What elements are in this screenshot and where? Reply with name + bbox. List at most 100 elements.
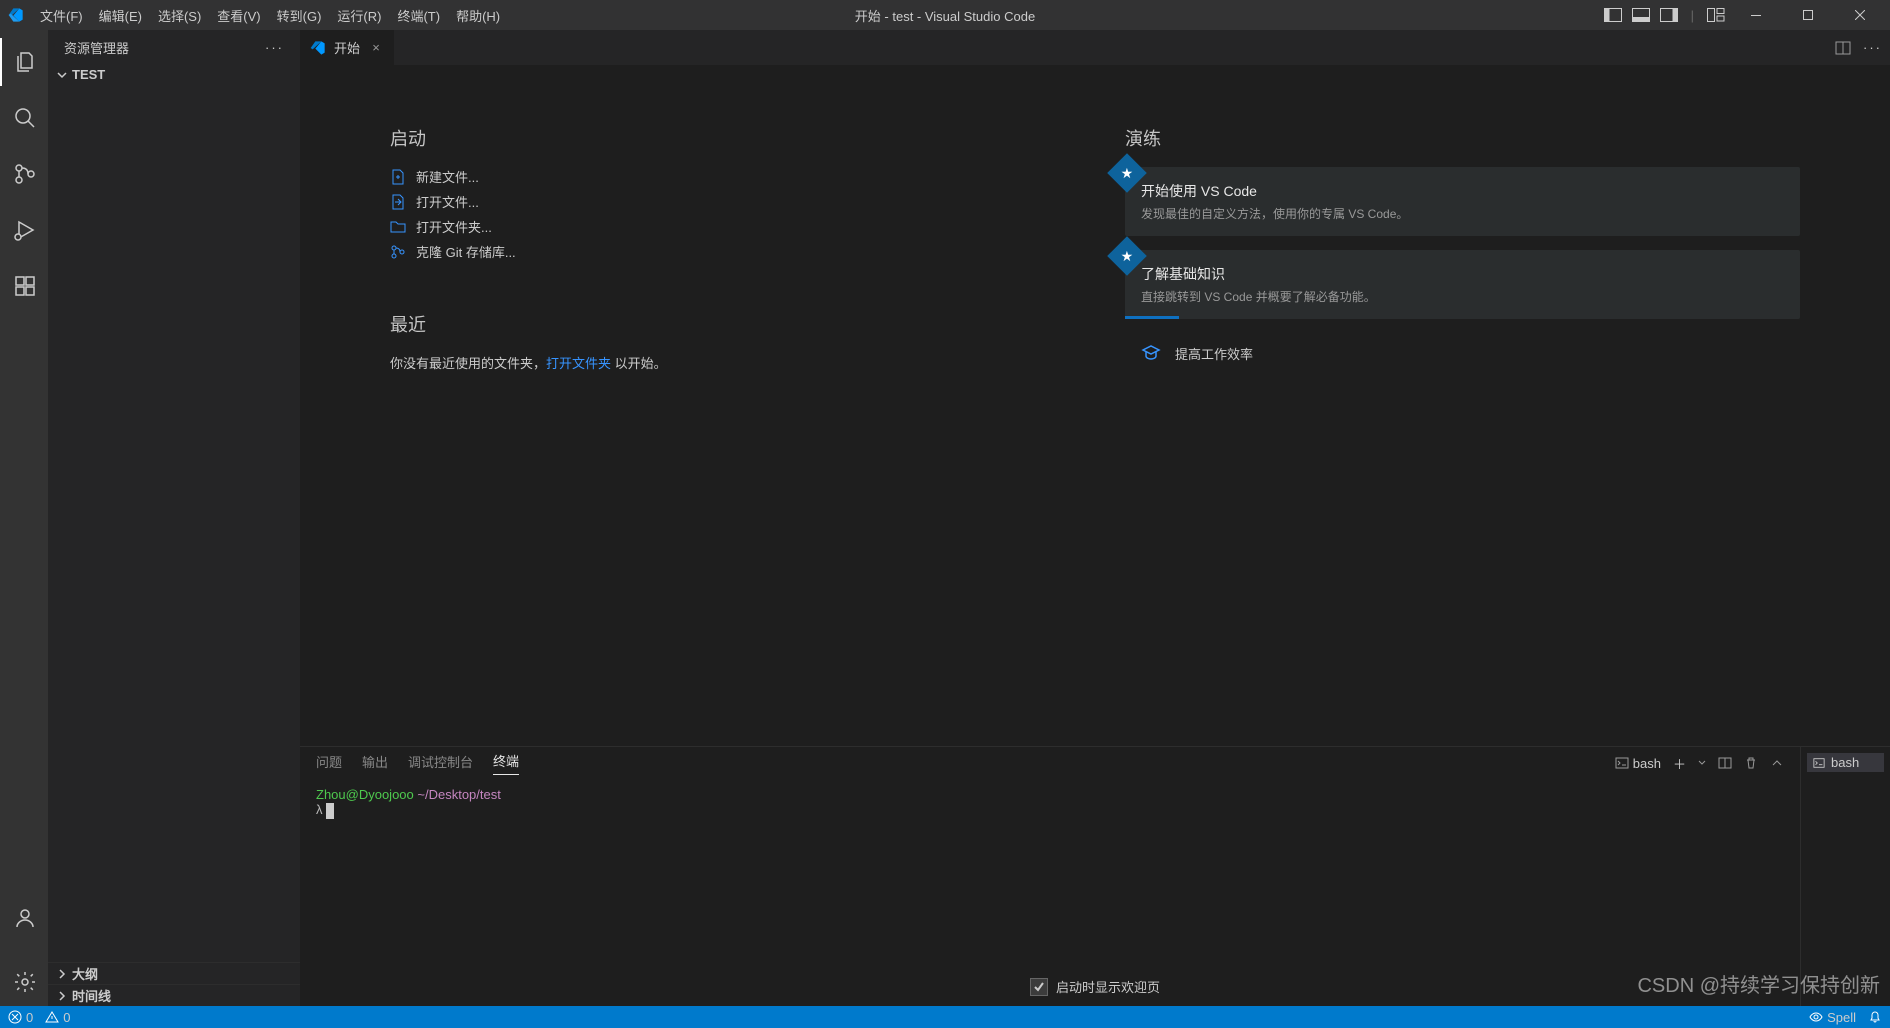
status-warnings[interactable]: 0 — [45, 1010, 70, 1025]
walkthrough-fundamentals[interactable]: ★ 了解基础知识 直接跳转到 VS Code 并概要了解必备功能。 — [1125, 250, 1800, 319]
chevron-right-icon — [56, 990, 68, 1002]
tab-close-icon[interactable]: × — [368, 40, 384, 55]
split-terminal-icon[interactable] — [1718, 756, 1732, 770]
menu-select[interactable]: 选择(S) — [150, 2, 209, 29]
panel-tab-problems[interactable]: 问题 — [316, 752, 342, 775]
debug-icon — [13, 218, 37, 242]
start-new-file-label: 新建文件... — [416, 167, 479, 186]
eye-icon — [1809, 1010, 1823, 1024]
spell-label: Spell — [1827, 1010, 1856, 1025]
source-control-icon — [13, 162, 37, 186]
walkthrough-productivity[interactable]: 提高工作效率 — [1125, 333, 1800, 373]
terminal-shell-selector[interactable]: bash — [1615, 756, 1661, 771]
walkthrough-desc: 发现最佳的自定义方法，使用你的专属 VS Code。 — [1141, 205, 1784, 222]
split-editor-icon[interactable] — [1835, 40, 1851, 56]
git-clone-icon — [390, 244, 406, 260]
maximize-button[interactable] — [1786, 0, 1830, 30]
warning-count: 0 — [63, 1010, 70, 1025]
close-button[interactable] — [1838, 0, 1882, 30]
layout-left-icon[interactable] — [1604, 8, 1622, 22]
panel-tab-debug[interactable]: 调试控制台 — [408, 752, 473, 775]
status-errors[interactable]: 0 — [8, 1010, 33, 1025]
tab-more-icon[interactable]: ··· — [1863, 40, 1882, 55]
terminal-user: Zhou@Dyoojooo — [316, 787, 414, 802]
terminal-prompt: λ — [316, 802, 323, 817]
walkthrough-get-started[interactable]: ★ 开始使用 VS Code 发现最佳的自定义方法，使用你的专属 VS Code… — [1125, 167, 1800, 236]
tab-bar: 开始 × ··· — [300, 30, 1890, 65]
terminal-list-item[interactable]: bash — [1807, 753, 1884, 772]
start-open-folder[interactable]: 打开文件夹... — [390, 217, 1065, 236]
activity-account[interactable] — [0, 894, 48, 942]
menu-help[interactable]: 帮助(H) — [448, 2, 508, 29]
sidebar-title: 资源管理器 — [64, 38, 129, 57]
activity-debug[interactable] — [0, 206, 48, 254]
activity-scm[interactable] — [0, 150, 48, 198]
activity-search[interactable] — [0, 94, 48, 142]
vscode-logo-icon — [8, 7, 24, 23]
layout-right-icon[interactable] — [1660, 8, 1678, 22]
walkthrough-title: 开始使用 VS Code — [1141, 181, 1784, 201]
menu-go[interactable]: 转到(G) — [269, 2, 330, 29]
menu-run[interactable]: 运行(R) — [329, 2, 389, 29]
menu-file[interactable]: 文件(F) — [32, 2, 91, 29]
chevron-up-icon[interactable] — [1770, 756, 1784, 770]
customize-layout-icon[interactable] — [1707, 8, 1725, 22]
start-heading: 启动 — [390, 125, 1065, 151]
start-clone-repo-label: 克隆 Git 存储库... — [416, 242, 516, 261]
start-clone-repo[interactable]: 克隆 Git 存储库... — [390, 242, 1065, 261]
terminal-list-label: bash — [1831, 755, 1859, 770]
start-open-file-label: 打开文件... — [416, 192, 479, 211]
terminal-icon — [1813, 757, 1825, 769]
activity-settings[interactable] — [0, 958, 48, 1006]
tab-welcome[interactable]: 开始 × — [300, 30, 395, 65]
new-terminal-icon[interactable]: ＋ — [1673, 754, 1686, 773]
recent-open-folder-link[interactable]: 打开文件夹 — [546, 356, 611, 371]
walkthrough-desc: 直接跳转到 VS Code 并概要了解必备功能。 — [1141, 288, 1784, 305]
sidebar-timeline-header[interactable]: 时间线 — [48, 984, 300, 1006]
search-icon — [13, 106, 37, 130]
warning-icon — [45, 1010, 59, 1024]
menu-bar: 文件(F) 编辑(E) 选择(S) 查看(V) 转到(G) 运行(R) 终端(T… — [32, 2, 508, 29]
activity-extensions[interactable] — [0, 262, 48, 310]
minimize-button[interactable] — [1734, 0, 1778, 30]
terminal-content[interactable]: Zhou@Dyoojooo ~/Desktop/test λ — [300, 779, 1800, 1006]
trash-icon[interactable] — [1744, 756, 1758, 770]
mortar-board-icon — [1141, 343, 1161, 363]
error-icon — [8, 1010, 22, 1024]
start-new-file[interactable]: 新建文件... — [390, 167, 1065, 186]
editor-area: 开始 × ··· 启动 新建文件... 打开文件... — [300, 30, 1890, 1006]
panel-tab-terminal[interactable]: 终端 — [493, 751, 519, 775]
activity-explorer[interactable] — [0, 38, 48, 86]
activity-bar — [0, 30, 48, 1006]
status-notifications[interactable] — [1868, 1010, 1882, 1025]
terminal-cursor — [326, 803, 334, 819]
chevron-down-icon[interactable] — [1698, 759, 1706, 767]
chevron-right-icon — [56, 968, 68, 980]
new-file-icon — [390, 169, 406, 185]
sidebar-folder-header[interactable]: TEST — [48, 65, 300, 84]
window-title: 开始 - test - Visual Studio Code — [855, 6, 1035, 25]
shell-name: bash — [1633, 756, 1661, 771]
sidebar-outline-header[interactable]: 大纲 — [48, 962, 300, 984]
terminal-list: bash — [1800, 747, 1890, 1006]
tab-label: 开始 — [334, 38, 360, 57]
recent-empty-text: 你没有最近使用的文件夹，打开文件夹 以开始。 — [390, 353, 1065, 372]
sidebar-explorer: 资源管理器 ··· TEST 大纲 时间线 — [48, 30, 300, 1006]
start-open-folder-label: 打开文件夹... — [416, 217, 492, 236]
title-bar: 文件(F) 编辑(E) 选择(S) 查看(V) 转到(G) 运行(R) 终端(T… — [0, 0, 1890, 30]
checkbox-label: 启动时显示欢迎页 — [1056, 977, 1160, 996]
sidebar-outline-label: 大纲 — [72, 964, 98, 983]
error-count: 0 — [26, 1010, 33, 1025]
open-file-icon — [390, 194, 406, 210]
walkthrough-heading: 演练 — [1125, 125, 1800, 151]
layout-bottom-icon[interactable] — [1632, 8, 1650, 22]
welcome-page: 启动 新建文件... 打开文件... 打开文件夹... — [300, 65, 1890, 746]
menu-terminal[interactable]: 终端(T) — [389, 2, 448, 29]
show-welcome-checkbox[interactable]: 启动时显示欢迎页 — [1030, 977, 1160, 996]
start-open-file[interactable]: 打开文件... — [390, 192, 1065, 211]
menu-edit[interactable]: 编辑(E) — [91, 2, 150, 29]
sidebar-more-icon[interactable]: ··· — [265, 40, 284, 55]
panel-tab-output[interactable]: 输出 — [362, 752, 388, 775]
menu-view[interactable]: 查看(V) — [209, 2, 268, 29]
status-spell[interactable]: Spell — [1809, 1010, 1856, 1025]
